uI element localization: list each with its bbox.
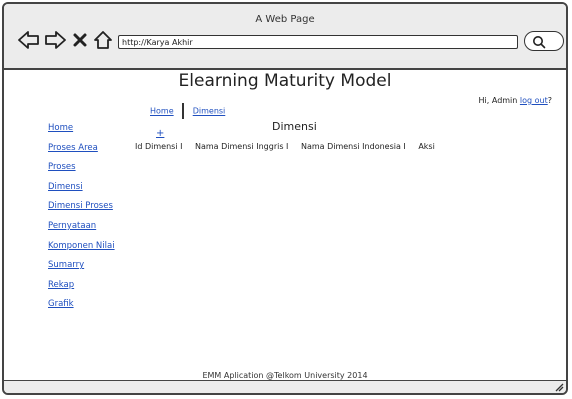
search-icon xyxy=(533,36,546,49)
page-title: Elearning Maturity Model xyxy=(178,71,392,91)
sidebar-item-sumarry[interactable]: Sumarry xyxy=(48,259,138,273)
sidebar-item-proses-area[interactable]: Proses Area xyxy=(48,142,138,156)
resize-grip-icon[interactable] xyxy=(554,382,564,392)
column-header-nama-indonesia: Nama Dimensi Indonesia I xyxy=(300,142,406,151)
forward-arrow-icon[interactable] xyxy=(44,30,66,50)
window-title: A Web Page xyxy=(255,14,315,25)
sidebar-item-pernyataan[interactable]: Pernyataan xyxy=(48,220,138,234)
column-header-aksi: Aksi xyxy=(418,142,435,151)
close-icon[interactable] xyxy=(72,32,88,48)
column-header-id: Id Dimensi I xyxy=(135,142,183,151)
table-header-row: Id Dimensi I Nama Dimensi Inggris I Nama… xyxy=(135,142,445,151)
breadcrumb-home-link[interactable]: Home xyxy=(150,107,174,116)
sidebar-item-home[interactable]: Home xyxy=(48,122,138,136)
sidebar-item-dimensi[interactable]: Dimensi xyxy=(48,181,138,195)
section-title: Dimensi xyxy=(272,120,317,133)
url-input[interactable]: http://Karya Akhir xyxy=(118,35,518,49)
browser-titlebar: A Web Page http://Karya Akhir xyxy=(4,4,566,70)
breadcrumb-separator xyxy=(182,103,185,119)
breadcrumb: Home Dimensi xyxy=(150,103,225,119)
sidebar-nav: Home Proses Area Proses Dimensi Dimensi … xyxy=(48,122,138,312)
sidebar-item-dimensi-proses[interactable]: Dimensi Proses xyxy=(48,200,138,214)
breadcrumb-current-link[interactable]: Dimensi xyxy=(193,107,226,116)
home-icon[interactable] xyxy=(93,30,113,50)
add-dimensi-link[interactable]: + xyxy=(156,128,164,139)
sidebar-item-komponen-nilai[interactable]: Komponen Nilai xyxy=(48,240,138,254)
back-arrow-icon[interactable] xyxy=(18,30,40,50)
logout-suffix: ? xyxy=(547,96,552,105)
status-bar xyxy=(4,380,566,393)
browser-window: A Web Page http://Karya Akhir Elearning … xyxy=(2,2,568,395)
user-info: Hi, Admin log out? xyxy=(479,96,552,105)
sidebar-item-proses[interactable]: Proses xyxy=(48,161,138,175)
logout-link[interactable]: log out xyxy=(520,96,548,105)
search-button[interactable] xyxy=(524,31,564,51)
greeting-text: Hi, Admin xyxy=(478,96,518,105)
column-header-nama-inggris: Nama Dimensi Inggris I xyxy=(195,142,289,151)
sidebar-item-rekap[interactable]: Rekap xyxy=(48,279,138,293)
footer-text: EMM Aplication @Telkom University 2014 xyxy=(202,371,368,380)
sidebar-item-grafik[interactable]: Grafik xyxy=(48,298,138,312)
